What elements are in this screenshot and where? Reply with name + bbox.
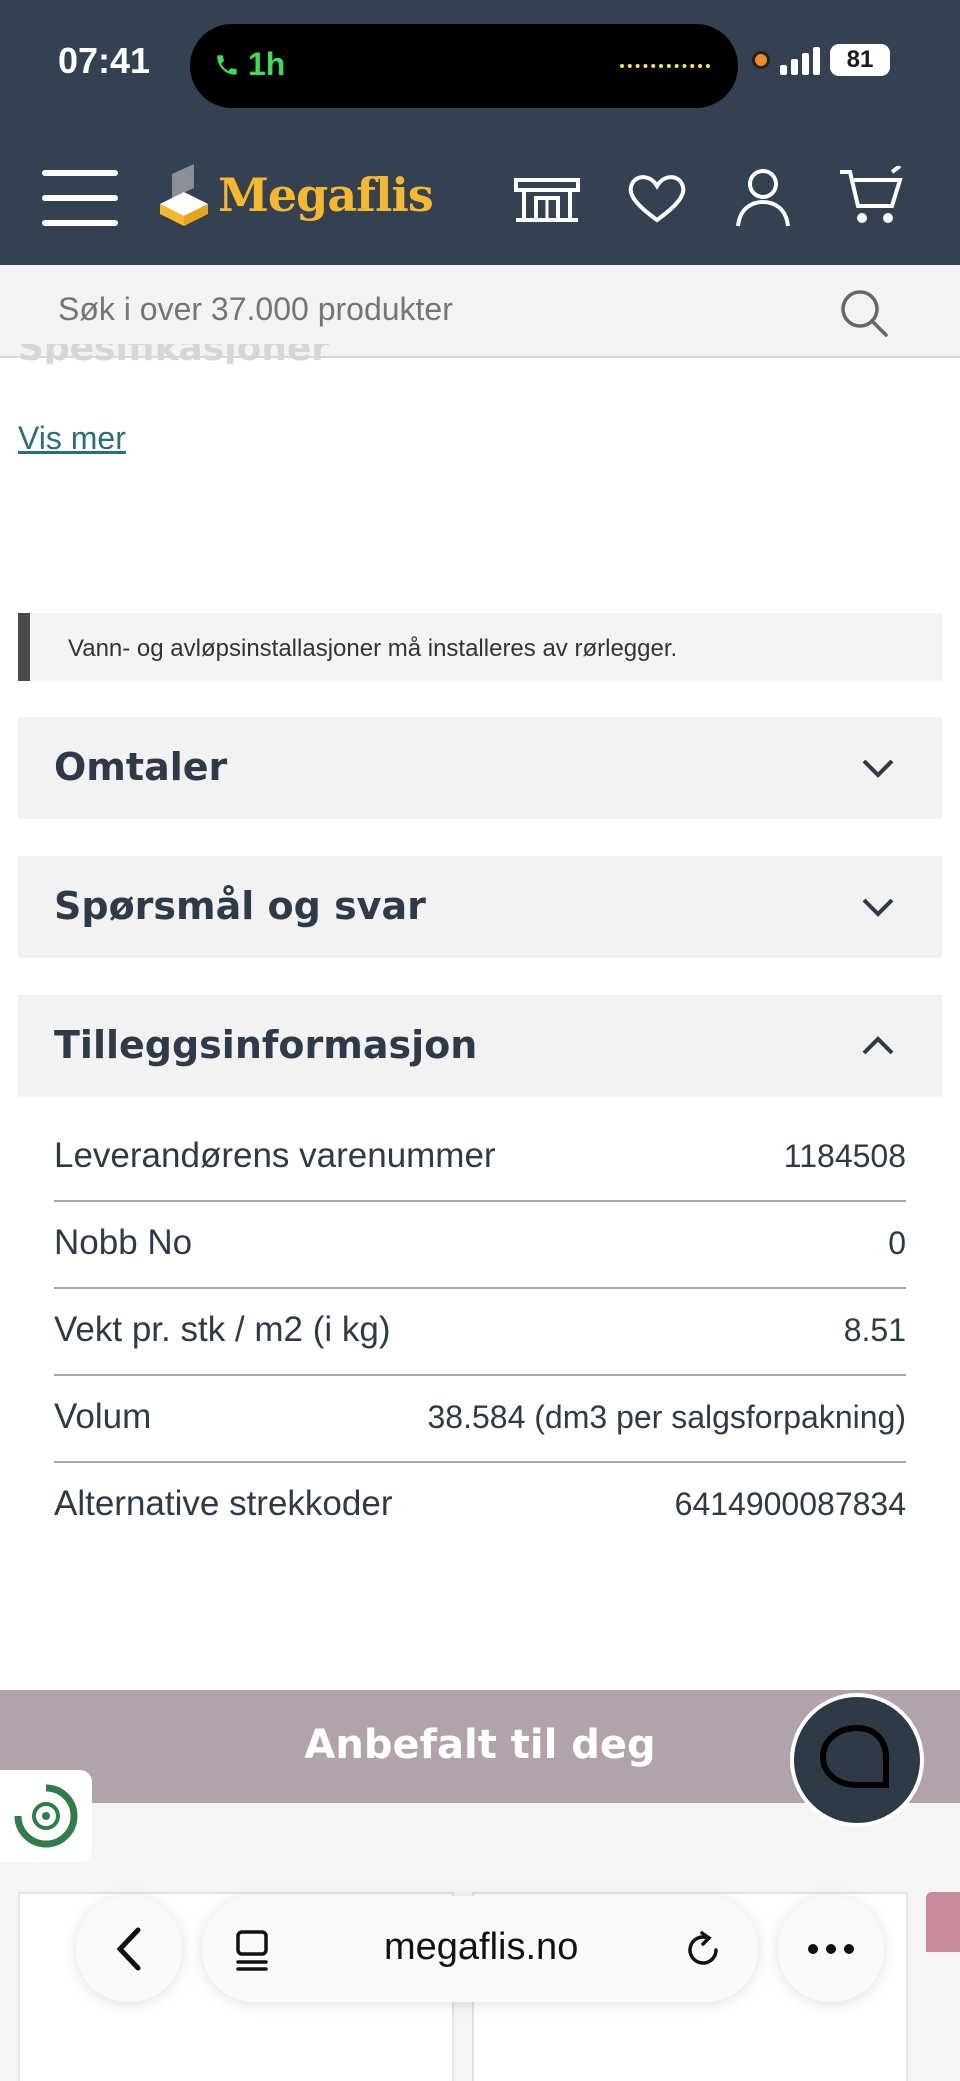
more-options-button[interactable] [778,1896,884,2002]
info-label: Vekt pr. stk / m2 (i kg) [54,1310,391,1349]
account-icon[interactable] [728,166,798,228]
phone-icon [217,54,237,75]
info-value: 38.584 (dm3 per salgsforpakning) [427,1399,907,1435]
info-label: Nobb No [54,1223,193,1262]
address-bar[interactable]: megaflis.no [202,1896,758,2002]
brand-name: Megaflis [218,168,434,222]
accordion-title: Spørsmål og svar [54,884,426,928]
mic-indicator-icon [752,51,770,69]
info-label: Volum [54,1397,152,1436]
recycle-icon [14,1784,78,1848]
menu-button[interactable] [42,170,118,226]
status-time: 07:41 [58,40,151,81]
specifications-heading: Spesifikasjoner [18,344,329,364]
logo-mark-icon [160,164,208,226]
chevron-left-icon [116,1927,141,1971]
store-icon[interactable] [512,166,582,228]
reload-icon[interactable] [682,1928,726,1972]
notice-text: Vann- og avløpsinstallasjoner må install… [68,635,678,662]
activity-dots [620,64,710,68]
heart-icon[interactable] [622,166,692,228]
cart-icon[interactable] [836,166,906,228]
chevron-down-icon [862,898,894,917]
info-value: 6414900087834 [674,1486,906,1522]
dynamic-island[interactable]: 1h [190,24,738,108]
info-row: Vekt pr. stk / m2 (i kg) 8.51 [54,1290,906,1376]
info-row: Alternative strekkoder 6414900087834 [54,1464,906,1550]
info-row: Volum 38.584 (dm3 per salgsforpakning) [54,1377,906,1463]
search-icon[interactable] [838,287,890,339]
browser-toolbar: megaflis.no [0,1880,960,2030]
accordion-reviews[interactable]: Omtaler [18,717,942,819]
url-text: megaflis.no [384,1926,579,1968]
search-input[interactable] [58,291,818,328]
accordion-title: Omtaler [54,745,228,789]
info-label: Leverandørens varenummer [54,1136,496,1175]
tab-overview-icon[interactable] [234,1928,274,1972]
battery-icon: 81 [830,44,890,76]
status-indicators: 81 [752,44,890,76]
info-row: Leverandørens varenummer 1184508 [54,1116,906,1202]
installation-notice: Vann- og avløpsinstallasjoner må install… [18,613,942,681]
info-label: Alternative strekkoder [54,1484,393,1523]
site-header: 07:41 1h 81 Megaflis [0,0,960,265]
call-indicator[interactable]: 1h [214,46,285,83]
sustainability-badge[interactable] [0,1770,92,1862]
info-value: 0 [888,1225,906,1261]
show-more-link[interactable]: Vis mer [18,420,126,457]
accordion-title: Tilleggsinformasjon [54,1023,478,1067]
chat-button[interactable] [790,1693,924,1827]
call-duration: 1h [248,46,286,82]
accordion-questions[interactable]: Spørsmål og svar [18,856,942,958]
ellipsis-icon [808,1944,854,1954]
info-value: 8.51 [843,1312,906,1348]
brand-logo[interactable]: Megaflis [160,164,434,226]
accordion-additional-info[interactable]: Tilleggsinformasjon [18,995,942,1097]
signal-icon [780,45,820,75]
chevron-down-icon [862,759,894,778]
info-row: Nobb No 0 [54,1203,906,1289]
chat-icon [819,1724,889,1788]
chevron-up-icon [862,1036,894,1055]
info-value: 1184508 [783,1138,906,1174]
back-button[interactable] [76,1896,182,2002]
